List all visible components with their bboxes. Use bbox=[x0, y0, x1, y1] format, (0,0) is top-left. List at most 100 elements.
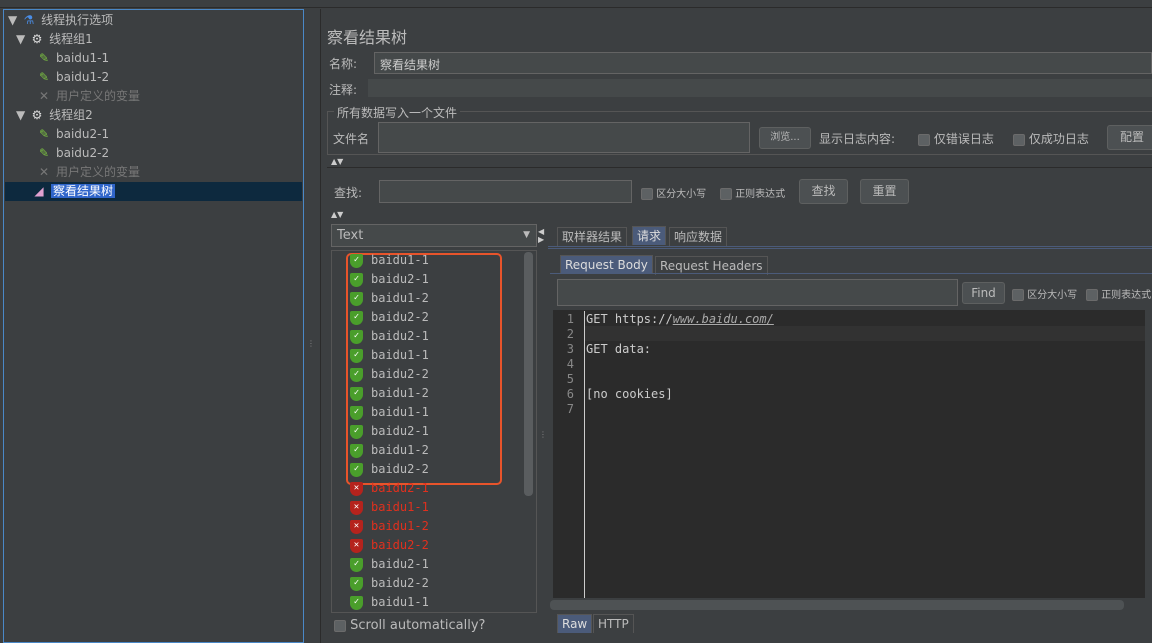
search-input[interactable] bbox=[379, 180, 632, 203]
expand-arrow-icon[interactable]: ▼ bbox=[16, 108, 25, 122]
result-item[interactable]: ✓ baidu2-2 bbox=[350, 460, 429, 479]
name-input[interactable]: 察看结果树 bbox=[374, 52, 1152, 74]
tree-thread-group-1[interactable]: ▼ ⚙ 线程组1 bbox=[16, 30, 93, 49]
results-scrollbar[interactable] bbox=[524, 252, 533, 496]
file-section-title: 所有数据写入一个文件 bbox=[334, 104, 461, 121]
result-item[interactable]: ✓ baidu2-1 bbox=[350, 327, 429, 346]
line-number: 1 bbox=[566, 312, 574, 326]
success-only-checkbox[interactable]: 仅成功日志 bbox=[1013, 130, 1089, 147]
subtab-underline bbox=[550, 273, 1152, 274]
case-sensitive-checkbox[interactable]: 区分大小写 bbox=[641, 185, 706, 200]
tab-http[interactable]: HTTP bbox=[593, 614, 634, 633]
line-number: 3 bbox=[566, 342, 574, 356]
scroll-automatically-checkbox[interactable]: Scroll automatically? bbox=[334, 618, 485, 633]
result-item[interactable]: ✓ baidu2-1 bbox=[350, 270, 429, 289]
log-label: 显示日志内容: bbox=[819, 132, 896, 146]
code-line: GET data: bbox=[586, 342, 652, 356]
editor-vscrollbar[interactable] bbox=[1145, 310, 1152, 598]
pipette-icon: ✎ bbox=[38, 70, 50, 84]
line-number: 2 bbox=[566, 327, 574, 341]
page-title: 察看结果树 bbox=[327, 28, 408, 47]
subtab-request-body[interactable]: Request Body bbox=[560, 255, 653, 274]
success-shield-icon: ✓ bbox=[350, 348, 363, 363]
chart-icon: ◢ bbox=[34, 184, 44, 198]
toolbar bbox=[0, 0, 1152, 8]
error-shield-icon: ✕ bbox=[350, 500, 363, 515]
tree-root[interactable]: ▼ ⚗ 线程执行选项 bbox=[8, 11, 113, 30]
tree-sampler[interactable]: ✎ baidu2-2 bbox=[36, 144, 109, 163]
tree-thread-group-2[interactable]: ▼ ⚙ 线程组2 bbox=[16, 106, 93, 125]
tree-view-results-tree[interactable]: ◢ 察看结果树 bbox=[5, 182, 302, 201]
file-label: 文件名 bbox=[333, 132, 370, 146]
splitter[interactable] bbox=[327, 167, 1152, 168]
expand-arrow-icon[interactable]: ▼ bbox=[8, 13, 17, 27]
tab-response-data[interactable]: 响应数据 bbox=[669, 227, 728, 246]
result-item[interactable]: ✓ baidu1-1 bbox=[350, 346, 429, 365]
configure-button[interactable]: 配置 bbox=[1107, 125, 1152, 150]
success-shield-icon: ✓ bbox=[350, 405, 363, 420]
result-item[interactable]: ✓ baidu2-1 bbox=[350, 555, 429, 574]
line-number: 6 bbox=[566, 387, 574, 401]
tree-sampler[interactable]: ✎ baidu1-1 bbox=[36, 49, 109, 68]
editor-hscrollbar[interactable] bbox=[550, 600, 1124, 610]
success-shield-icon: ✓ bbox=[350, 443, 363, 458]
body-find-button[interactable]: Find bbox=[962, 282, 1005, 304]
result-item[interactable]: ✕ baidu2-1 bbox=[350, 479, 429, 498]
tab-raw[interactable]: Raw bbox=[557, 614, 593, 633]
errors-only-checkbox[interactable]: 仅错误日志 bbox=[918, 130, 994, 147]
flask-icon: ⚗ bbox=[23, 13, 35, 27]
gear-icon: ⚙ bbox=[31, 108, 43, 122]
find-button[interactable]: 查找 bbox=[799, 179, 848, 204]
result-item[interactable]: ✓ baidu2-2 bbox=[350, 308, 429, 327]
split-handle[interactable]: ⋮ bbox=[539, 430, 547, 439]
result-item[interactable]: ✓ baidu1-1 bbox=[350, 403, 429, 422]
body-regex-checkbox[interactable]: 正则表达式 bbox=[1086, 286, 1151, 301]
reset-button[interactable]: 重置 bbox=[860, 179, 909, 204]
result-item[interactable]: ✓ baidu1-2 bbox=[350, 384, 429, 403]
browse-button[interactable]: 浏览... bbox=[759, 127, 811, 149]
expand-arrow-icon[interactable]: ▼ bbox=[16, 32, 25, 46]
pipette-icon: ✎ bbox=[38, 127, 50, 141]
tab-underline bbox=[548, 246, 1152, 249]
regex-checkbox[interactable]: 正则表达式 bbox=[720, 185, 785, 200]
comment-label: 注释: bbox=[329, 83, 358, 97]
body-find-input[interactable] bbox=[557, 279, 958, 306]
success-shield-icon: ✓ bbox=[350, 367, 363, 382]
tree-sampler[interactable]: ✎ baidu1-2 bbox=[36, 68, 109, 87]
current-line bbox=[585, 326, 1145, 341]
success-shield-icon: ✓ bbox=[350, 253, 363, 268]
url-link[interactable]: www.baidu.com/ bbox=[673, 312, 774, 326]
error-shield-icon: ✕ bbox=[350, 538, 363, 553]
result-item[interactable]: ✓ baidu1-2 bbox=[350, 441, 429, 460]
success-shield-icon: ✓ bbox=[350, 291, 363, 306]
result-item[interactable]: ✕ baidu1-1 bbox=[350, 498, 429, 517]
file-input[interactable] bbox=[378, 122, 750, 153]
error-shield-icon: ✕ bbox=[350, 519, 363, 534]
result-item[interactable]: ✓ baidu1-1 bbox=[350, 251, 429, 270]
result-item[interactable]: ✓ baidu2-2 bbox=[350, 574, 429, 593]
result-item[interactable]: ✓ baidu2-2 bbox=[350, 365, 429, 384]
tree-user-vars[interactable]: ✕ 用户定义的变量 bbox=[36, 163, 140, 182]
pipette-icon: ✎ bbox=[38, 51, 50, 65]
comment-input[interactable] bbox=[368, 79, 1152, 97]
search-label: 查找: bbox=[334, 186, 363, 200]
result-item[interactable]: ✓ baidu2-1 bbox=[350, 422, 429, 441]
split-divider[interactable]: ⋮ bbox=[305, 9, 319, 643]
collapse-arrows-icon[interactable]: ▲▼ bbox=[331, 210, 343, 219]
result-item[interactable]: ✕ baidu2-2 bbox=[350, 536, 429, 555]
chevron-down-icon: ▼ bbox=[523, 230, 530, 240]
tab-sampler-result[interactable]: 取样器结果 bbox=[557, 227, 628, 246]
name-label: 名称: bbox=[329, 57, 358, 71]
panel-arrows-icon[interactable]: ◀ ▶ bbox=[538, 228, 544, 244]
tree-sampler[interactable]: ✎ baidu2-1 bbox=[36, 125, 109, 144]
result-item[interactable]: ✓ baidu1-2 bbox=[350, 289, 429, 308]
wrench-icon: ✕ bbox=[38, 165, 50, 179]
result-item[interactable]: ✕ baidu1-2 bbox=[350, 517, 429, 536]
tab-request[interactable]: 请求 bbox=[632, 226, 667, 245]
renderer-select[interactable]: Text ▼ bbox=[331, 224, 537, 247]
result-item[interactable]: ✓ baidu1-1 bbox=[350, 593, 429, 612]
collapse-arrows-icon[interactable]: ▲▼ bbox=[331, 157, 343, 166]
body-case-checkbox[interactable]: 区分大小写 bbox=[1012, 286, 1077, 301]
tree-user-vars[interactable]: ✕ 用户定义的变量 bbox=[36, 87, 140, 106]
line-number: 5 bbox=[566, 372, 574, 386]
